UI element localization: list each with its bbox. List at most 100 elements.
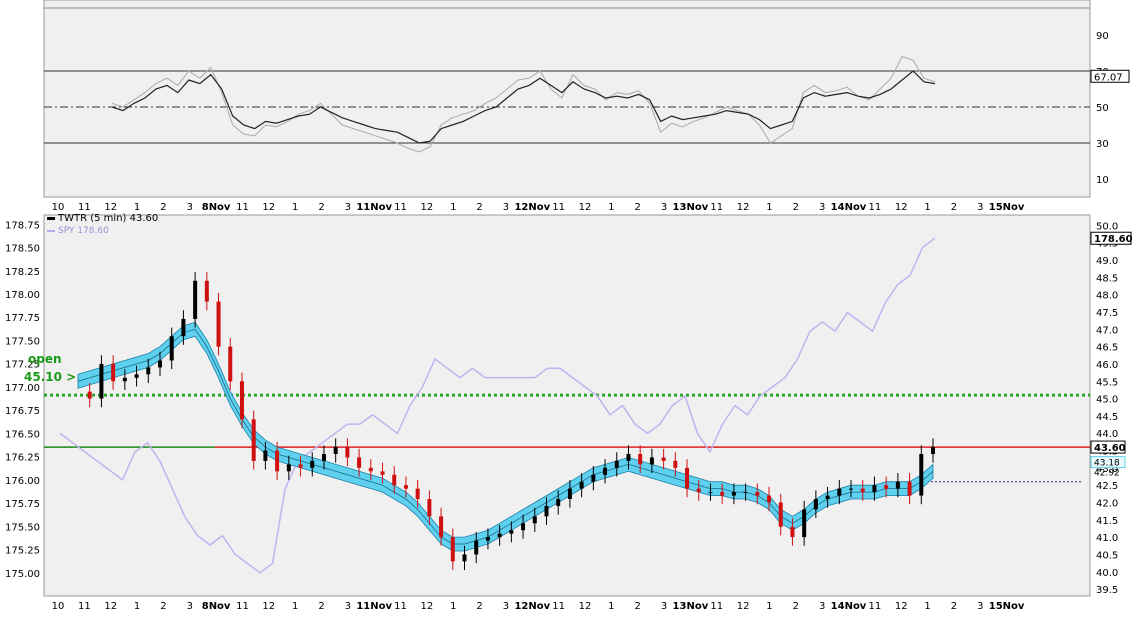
twtr-candle: [661, 457, 666, 461]
upper-x-tick: 3: [345, 202, 351, 213]
twtr-candle: [802, 509, 807, 538]
lower-x-tick: 1: [450, 601, 456, 612]
left-y-tick: 178.00: [5, 290, 40, 301]
left-y-tick: 177.50: [5, 336, 40, 347]
upper-x-tick: 2: [318, 202, 324, 213]
twtr-candle: [345, 447, 350, 458]
twtr-candle: [310, 460, 315, 468]
right-y-tick: 47.5: [1096, 308, 1118, 319]
twtr-candle: [321, 453, 326, 461]
lower-x-tick: 3: [187, 601, 193, 612]
right-y-tick: 48.0: [1096, 291, 1118, 302]
lower-x-tick: 12: [579, 601, 592, 612]
osc-y-tick: 50: [1096, 103, 1109, 114]
right-y-tick: 49.0: [1096, 256, 1118, 267]
twtr-candle: [204, 280, 209, 302]
upper-x-tick: 11: [236, 202, 249, 213]
lower-x-tick: 2: [793, 601, 799, 612]
left-y-tick: 176.50: [5, 429, 40, 440]
lower-x-tick: 11: [78, 601, 91, 612]
twtr-candle: [767, 495, 772, 503]
right-y-tick: 44.5: [1096, 412, 1118, 423]
upper-x-tick: 1: [450, 202, 456, 213]
twtr-candle: [509, 530, 514, 534]
lower-x-tick: 11Nov: [356, 601, 392, 612]
twtr-candle: [696, 488, 701, 493]
twtr-candle: [450, 537, 455, 562]
twtr-candle: [743, 492, 748, 494]
twtr-candle: [860, 488, 865, 493]
legend-spy-text: SPY 178.60: [58, 226, 109, 236]
twtr-candle: [931, 447, 935, 454]
lower-x-tick: 12: [421, 601, 434, 612]
twtr-candle: [146, 367, 151, 375]
upper-x-tick: 8Nov: [202, 202, 231, 213]
twtr-candle: [521, 523, 526, 531]
lower-x-tick: 3: [345, 601, 351, 612]
twtr-candle: [193, 280, 198, 319]
upper-x-tick: 12: [579, 202, 592, 213]
right-y-tick: 47.0: [1096, 325, 1118, 336]
left-y-tick: 176.75: [5, 406, 40, 417]
left-y-tick: 175.00: [5, 569, 40, 580]
twtr-candle: [474, 540, 479, 555]
twtr-candle: [286, 464, 291, 472]
twtr-candle: [708, 492, 713, 494]
lower-x-tick: 1: [608, 601, 614, 612]
twtr-candle: [907, 481, 912, 496]
legend-spy: SPY 178.60: [47, 226, 109, 236]
twtr-candle: [825, 495, 830, 500]
upper-x-tick: 11: [552, 202, 565, 213]
chart-root: 907050301067.071010111112121122338Nov8No…: [0, 0, 1145, 615]
upper-panel-bg: [43, 0, 1091, 198]
twtr-candle: [544, 505, 549, 517]
twtr-candle: [111, 363, 116, 382]
lower-x-tick: 14Nov: [831, 601, 867, 612]
upper-x-tick: 15Nov: [989, 202, 1025, 213]
lower-x-tick: 2: [476, 601, 482, 612]
twtr-candle: [649, 457, 654, 465]
right-y-tick: 46.0: [1096, 360, 1118, 371]
upper-x-tick: 13Nov: [673, 202, 709, 213]
right-y-tick: 44.0: [1096, 429, 1118, 440]
twtr-candle: [403, 485, 408, 489]
upper-x-tick: 1: [292, 202, 298, 213]
upper-x-tick: 2: [635, 202, 641, 213]
upper-x-tick: 2: [160, 202, 166, 213]
lower-x-tick: 2: [160, 601, 166, 612]
twtr-candle: [462, 554, 467, 562]
twtr-candle: [556, 499, 561, 506]
lower-x-tick: 3: [819, 601, 825, 612]
right-y-tick: 42.5: [1096, 481, 1118, 492]
twtr-candle: [415, 488, 420, 500]
twtr-candle: [357, 457, 362, 468]
twtr-candle: [122, 377, 127, 382]
twtr-candle: [99, 363, 104, 399]
lower-x-tick: 1: [766, 601, 772, 612]
twtr-candle: [614, 460, 619, 468]
left-y-tick: 175.50: [5, 522, 40, 533]
lower-x-tick: 12: [262, 601, 275, 612]
right-y-tick: 46.5: [1096, 343, 1118, 354]
twtr-candle: [368, 467, 373, 472]
upper-x-tick: 3: [977, 202, 983, 213]
lower-x-tick: 11: [710, 601, 723, 612]
left-y-tick: 176.25: [5, 453, 40, 464]
twtr-icon: [47, 216, 55, 220]
upper-x-tick: 12: [895, 202, 908, 213]
spy-last-label: 178.60: [1094, 234, 1133, 245]
lower-x-tick: 1: [924, 601, 930, 612]
upper-x-tick: 1: [134, 202, 140, 213]
upper-x-tick: 12: [737, 202, 750, 213]
twtr-candle: [591, 474, 596, 482]
twtr-candle: [532, 516, 537, 524]
twtr-candle: [392, 474, 397, 486]
twtr-candle: [157, 360, 162, 368]
twtr-candle: [884, 485, 889, 489]
lower-x-tick: 11: [868, 601, 881, 612]
spy-icon: [47, 229, 55, 232]
twtr-candle: [778, 502, 783, 527]
upper-x-tick: 2: [793, 202, 799, 213]
open-value-label: 45.10 >: [24, 370, 77, 384]
upper-x-tick: 11Nov: [356, 202, 392, 213]
